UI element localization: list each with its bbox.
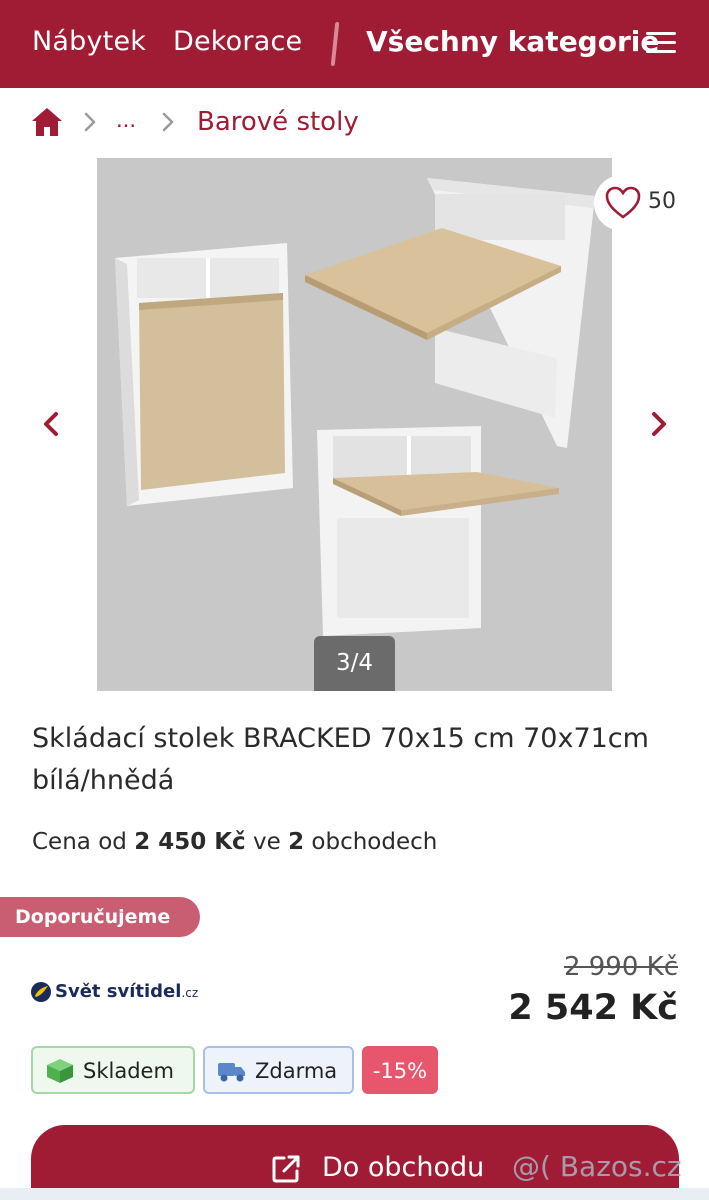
watermark: @( Bazos.cz: [512, 1150, 682, 1183]
free-shipping-tag: Zdarma: [203, 1046, 354, 1094]
shop-tld: .cz: [181, 986, 199, 1000]
open-desk-illustration: [305, 178, 595, 448]
old-price: 2 990 Kč: [563, 952, 678, 982]
go-to-shop-label: Do obchodu: [322, 1152, 485, 1183]
shop-logo-text: Svět svítidel.cz: [55, 981, 198, 1002]
breadcrumb: ... Barové stoly: [0, 100, 709, 146]
nav-divider: [330, 22, 340, 66]
nav-link-nabytek[interactable]: Nábytek: [32, 26, 146, 57]
favorite-button[interactable]: 50: [594, 175, 709, 231]
bottom-strip: [0, 1188, 709, 1200]
external-link-icon: [272, 1155, 300, 1183]
breadcrumb-current[interactable]: Barové stoly: [197, 107, 359, 137]
price-from-suffix: obchodech: [311, 829, 438, 855]
in-stock-tag: Skladem: [31, 1046, 195, 1094]
price-from-line: Cena od 2 450 Kč ve 2 obchodech: [32, 829, 437, 855]
nav-link-dekorace[interactable]: Dekorace: [173, 26, 302, 57]
heart-icon: [605, 186, 641, 219]
breadcrumb-ellipsis[interactable]: ...: [116, 106, 136, 134]
free-shipping-label: Zdarma: [255, 1059, 338, 1083]
closed-desk-illustration: [115, 243, 293, 506]
truck-icon: [218, 1063, 245, 1082]
top-navigation-bar: Nábytek Dekorace Všechny kategorie: [0, 0, 709, 88]
price-from-prefix: Cena od: [32, 829, 127, 855]
shop-name: Svět svítidel: [55, 981, 182, 1002]
shop-logo-icon: [31, 982, 51, 1002]
home-icon[interactable]: [30, 106, 64, 138]
product-image[interactable]: [97, 158, 612, 691]
shop-logo[interactable]: Svět svítidel.cz: [30, 979, 200, 1007]
discount-tag: -15%: [362, 1046, 438, 1094]
chevron-right-icon: [84, 112, 96, 132]
price-from-mid: ve: [253, 829, 281, 855]
chevron-left-icon[interactable]: [36, 406, 66, 442]
image-counter: 3/4: [314, 636, 395, 691]
recommended-badge: Doporučujeme: [0, 897, 200, 937]
all-categories-link[interactable]: Všechny kategorie: [366, 25, 659, 58]
hamburger-icon[interactable]: [646, 30, 676, 56]
product-illustration: [115, 178, 595, 636]
chevron-right-icon[interactable]: [644, 406, 674, 442]
shop-count: 2: [288, 829, 305, 855]
favorite-count: 50: [648, 189, 676, 214]
product-title: Skládací stolek BRACKED 70x15 cm 70x71cm…: [32, 723, 649, 796]
price-from-value: 2 450 Kč: [134, 829, 246, 855]
in-stock-label: Skladem: [83, 1059, 174, 1083]
current-price: 2 542 Kč: [508, 988, 678, 1028]
chevron-right-icon: [162, 112, 174, 132]
box-icon: [47, 1059, 73, 1083]
open-desk-front-illustration: [317, 426, 559, 636]
